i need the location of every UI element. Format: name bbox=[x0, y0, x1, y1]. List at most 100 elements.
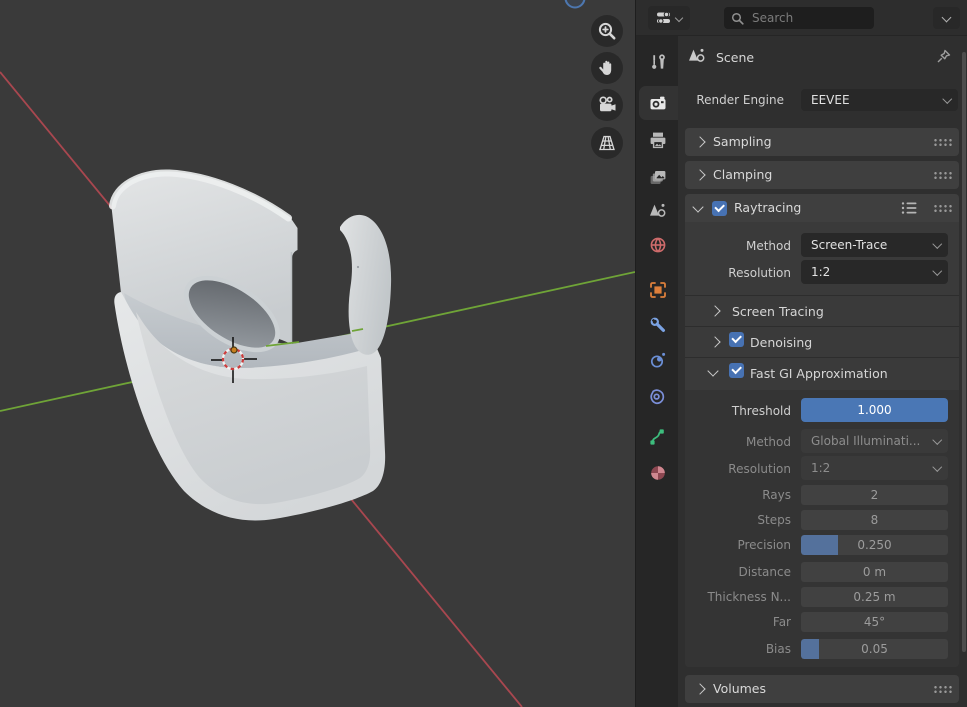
tab-physics[interactable] bbox=[646, 348, 670, 372]
object-icon bbox=[648, 280, 668, 300]
search-icon bbox=[731, 12, 744, 25]
bias-slider: 0.05 bbox=[801, 639, 948, 659]
chevron-down-icon bbox=[932, 435, 941, 444]
fastgi-resolution-label: Resolution bbox=[666, 461, 791, 477]
zoom-button[interactable] bbox=[591, 15, 623, 47]
search-input[interactable] bbox=[750, 10, 864, 26]
object-origin-dot bbox=[231, 347, 237, 353]
fastgi-method-dropdown: Global Illuminati... bbox=[801, 429, 948, 453]
steps-value: 8 bbox=[871, 513, 879, 527]
tab-output[interactable] bbox=[646, 128, 670, 152]
tab-tool[interactable] bbox=[646, 50, 670, 74]
panel-drag-grip[interactable] bbox=[933, 138, 952, 147]
raytracing-checkbox[interactable] bbox=[712, 201, 727, 216]
raytracing-label: Raytracing bbox=[734, 194, 801, 222]
thickness-near-label: Thickness N... bbox=[654, 589, 791, 605]
modifiers-icon bbox=[648, 315, 668, 335]
view-layer-icon bbox=[648, 167, 668, 187]
model-speck bbox=[357, 266, 359, 268]
rays-value: 2 bbox=[871, 488, 879, 502]
clamping-label: Clamping bbox=[713, 161, 772, 189]
resolution-dropdown[interactable]: 1:2 bbox=[801, 260, 948, 284]
presets-list-icon[interactable] bbox=[901, 201, 918, 215]
tab-scene[interactable] bbox=[646, 199, 670, 223]
output-icon bbox=[648, 130, 668, 150]
fast-gi-header[interactable]: Fast GI Approximation bbox=[750, 366, 888, 381]
tab-view-layer[interactable] bbox=[646, 165, 670, 189]
material-icon bbox=[648, 463, 668, 483]
fastgi-method-value: Global Illuminati... bbox=[811, 434, 920, 448]
far-value: 45° bbox=[864, 615, 885, 629]
thickness-near-field: 0.25 m bbox=[801, 587, 948, 607]
world-icon bbox=[648, 235, 668, 255]
panel-header-raytracing[interactable]: Raytracing bbox=[685, 194, 959, 222]
distance-field: 0 m bbox=[801, 562, 948, 582]
screen-tracing-header[interactable]: Screen Tracing bbox=[732, 304, 824, 319]
viewport-canvas[interactable] bbox=[0, 0, 635, 707]
distance-value: 0 m bbox=[863, 565, 886, 579]
scene-icon bbox=[687, 46, 707, 66]
panel-scrollbar[interactable] bbox=[962, 52, 966, 652]
tool-icon bbox=[648, 52, 668, 72]
bias-value: 0.05 bbox=[861, 642, 888, 656]
precision-value: 0.250 bbox=[857, 538, 891, 552]
denoising-checkbox[interactable] bbox=[729, 332, 744, 347]
precision-slider: 0.250 bbox=[801, 535, 948, 555]
bias-slider-fill bbox=[801, 639, 819, 659]
resolution-value: 1:2 bbox=[811, 265, 830, 279]
thickness-near-value: 0.25 m bbox=[853, 590, 895, 604]
properties-editor-icon bbox=[656, 11, 673, 25]
panel-drag-grip[interactable] bbox=[933, 171, 952, 180]
scene-tab-icon bbox=[648, 201, 668, 221]
render-engine-value: EEVEE bbox=[811, 93, 850, 107]
fastgi-resolution-dropdown: 1:2 bbox=[801, 456, 948, 480]
pin-icon[interactable] bbox=[935, 48, 952, 65]
precision-slider-fill bbox=[801, 535, 838, 555]
panel-header-volumes[interactable]: Volumes bbox=[685, 675, 959, 703]
panel-header-sampling[interactable]: Sampling bbox=[685, 128, 959, 156]
rays-field: 2 bbox=[801, 485, 948, 505]
far-field: 45° bbox=[801, 612, 948, 632]
far-label: Far bbox=[666, 614, 791, 630]
steps-field: 8 bbox=[801, 510, 948, 530]
threshold-label: Threshold bbox=[666, 403, 791, 419]
breadcrumb-scene[interactable]: Scene bbox=[716, 50, 754, 65]
chevron-down-icon bbox=[942, 94, 951, 103]
steps-label: Steps bbox=[666, 512, 791, 528]
object-data-icon bbox=[648, 427, 668, 447]
grid-toggle-button[interactable] bbox=[591, 127, 623, 159]
panel-drag-grip[interactable] bbox=[933, 204, 952, 213]
method-value: Screen-Trace bbox=[811, 238, 887, 252]
pan-button[interactable] bbox=[591, 52, 623, 84]
bias-label: Bias bbox=[666, 641, 791, 657]
camera-view-button[interactable] bbox=[591, 89, 623, 121]
fast-gi-checkbox[interactable] bbox=[729, 363, 744, 378]
render-engine-dropdown[interactable]: EEVEE bbox=[801, 89, 958, 111]
constraints-icon bbox=[648, 387, 668, 407]
method-dropdown[interactable]: Screen-Trace bbox=[801, 233, 948, 257]
chevron-down-icon bbox=[932, 239, 941, 248]
chevron-down-icon bbox=[932, 462, 941, 471]
search-box[interactable] bbox=[724, 7, 874, 29]
volumes-label: Volumes bbox=[713, 675, 766, 703]
denoising-header[interactable]: Denoising bbox=[750, 335, 812, 350]
panel-header-clamping[interactable]: Clamping bbox=[685, 161, 959, 189]
header-menu-button[interactable] bbox=[933, 7, 960, 29]
tab-modifiers[interactable] bbox=[646, 313, 670, 337]
tab-object[interactable] bbox=[646, 278, 670, 302]
editor-type-button[interactable] bbox=[648, 6, 690, 30]
resolution-label: Resolution bbox=[666, 265, 791, 281]
fastgi-method-label: Method bbox=[666, 434, 791, 450]
hand-icon bbox=[596, 57, 618, 79]
grid-icon bbox=[596, 132, 618, 154]
chevron-down-icon bbox=[675, 14, 683, 22]
3d-viewport[interactable] bbox=[0, 0, 635, 707]
threshold-slider[interactable]: 1.000 bbox=[801, 398, 948, 422]
chevron-down-icon bbox=[932, 266, 941, 275]
panel-drag-grip[interactable] bbox=[933, 685, 952, 694]
render-engine-label: Render Engine bbox=[656, 92, 784, 108]
sampling-label: Sampling bbox=[713, 128, 772, 156]
physics-icon bbox=[648, 350, 668, 370]
method-label: Method bbox=[666, 238, 791, 254]
properties-header bbox=[636, 0, 967, 36]
